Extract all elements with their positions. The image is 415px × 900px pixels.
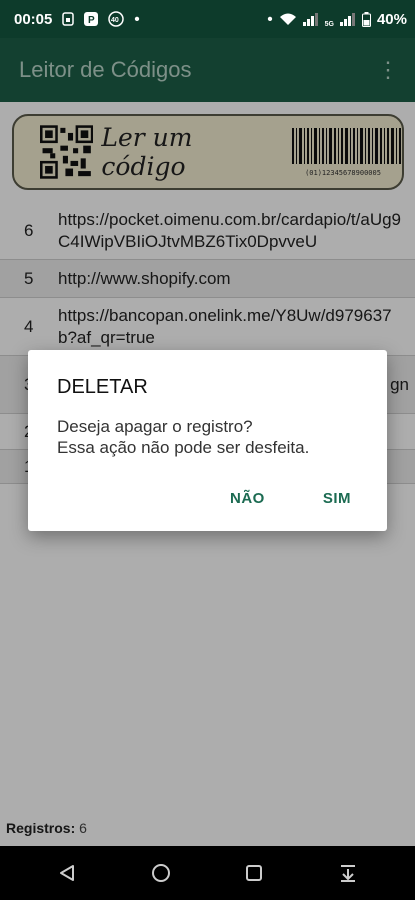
wifi-icon: [279, 12, 297, 26]
notification-dot-right: •: [267, 10, 273, 28]
back-icon[interactable]: [45, 851, 89, 895]
dialog-actions: NÃO SIM: [230, 490, 351, 507]
signal-icon: [302, 12, 319, 26]
sim-icon: [62, 12, 75, 26]
svg-text:P: P: [88, 15, 95, 26]
dialog-message-line2: Essa ação não pode ser desfeita.: [57, 438, 310, 457]
delete-dialog: DELETAR Deseja apagar o registro? Essa a…: [28, 350, 387, 531]
dialog-message: Deseja apagar o registro? Essa ação não …: [57, 416, 363, 458]
parking-icon: P: [84, 12, 99, 26]
keyboard-hide-icon[interactable]: [326, 851, 370, 895]
svg-text:40: 40: [111, 17, 119, 24]
network-badge: 5G: [324, 20, 334, 28]
battery-percent: 40%: [376, 10, 407, 28]
cancel-button[interactable]: NÃO: [230, 490, 265, 507]
system-nav-bar: [0, 846, 415, 900]
notification-dot: •: [134, 10, 140, 28]
status-time: 00:05: [14, 10, 53, 28]
battery-icon: [361, 11, 371, 27]
dialog-message-line1: Deseja apagar o registro?: [57, 417, 253, 436]
signal-icon-2: [339, 12, 356, 26]
recents-icon[interactable]: [232, 851, 276, 895]
dialog-title: DELETAR: [57, 376, 148, 398]
status-bar: 00:05 P 40 • • 5G 40%: [0, 0, 415, 38]
home-icon[interactable]: [139, 851, 183, 895]
confirm-button[interactable]: SIM: [323, 490, 351, 507]
badge-40-icon: 40: [108, 11, 125, 27]
